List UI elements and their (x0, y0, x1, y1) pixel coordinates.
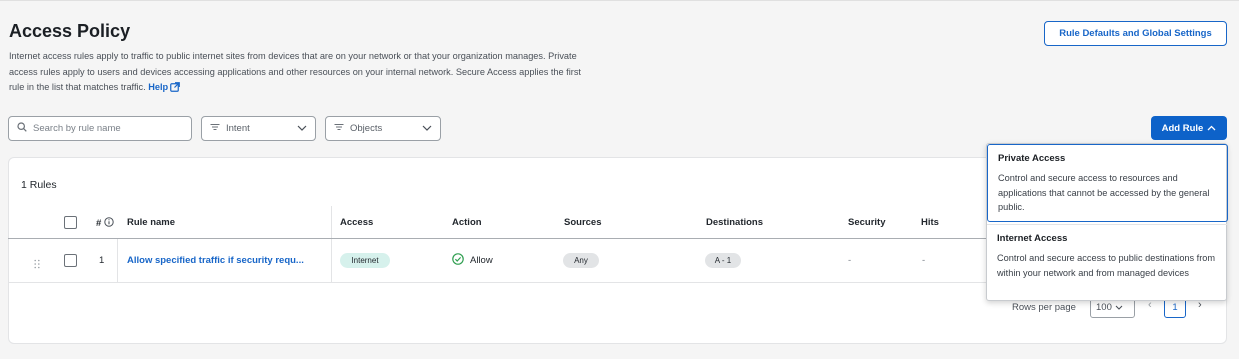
column-separator (331, 206, 332, 282)
rows-per-page-value: 100 (1096, 301, 1112, 313)
filter-icon (334, 123, 344, 134)
hits-value: - (922, 255, 926, 266)
check-circle-icon (452, 253, 464, 268)
page-description: Internet access rules apply to traffic t… (9, 49, 589, 98)
header-access[interactable]: Access (340, 217, 373, 228)
intent-filter-label: Intent (226, 123, 250, 134)
menu-item-title: Internet Access (997, 233, 1068, 244)
chevron-down-icon (422, 123, 432, 134)
description-text: Internet access rules apply to traffic t… (9, 51, 581, 92)
objects-filter[interactable]: Objects (325, 116, 441, 141)
rules-count: 1 Rules (21, 179, 57, 191)
select-all-checkbox[interactable] (64, 216, 77, 229)
page-title: Access Policy (9, 21, 131, 41)
column-separator (117, 239, 118, 282)
help-link[interactable]: Help (148, 82, 181, 92)
filter-icon (210, 123, 220, 134)
destinations-badge[interactable]: A - 1 (705, 253, 741, 268)
header-destinations[interactable]: Destinations (706, 217, 763, 228)
action-cell: Allow (452, 253, 493, 268)
header-action[interactable]: Action (452, 217, 482, 228)
header-num-label: # (96, 218, 102, 229)
row-num: 1 (99, 255, 105, 266)
menu-item-private-access[interactable]: Private Access Control and secure access… (987, 144, 1228, 222)
security-value: - (848, 255, 852, 266)
menu-item-title: Private Access (998, 153, 1066, 164)
search-placeholder: Search by rule name (33, 123, 121, 134)
action-label: Allow (470, 255, 493, 266)
info-icon[interactable] (104, 217, 114, 230)
rows-per-page-label: Rows per page (1012, 302, 1076, 313)
sources-badge[interactable]: Any (563, 253, 599, 268)
add-rule-label: Add Rule (1161, 122, 1204, 134)
external-link-icon (170, 82, 181, 98)
search-input[interactable]: Search by rule name (8, 116, 192, 141)
add-rule-dropdown: Private Access Control and secure access… (986, 143, 1228, 302)
menu-item-description: Control and secure access to resources a… (998, 173, 1210, 212)
access-badge: Internet (340, 253, 390, 268)
chevron-up-icon (1207, 123, 1216, 134)
header-num: # (96, 217, 114, 230)
add-rule-button[interactable]: Add Rule (1151, 116, 1227, 140)
header-security[interactable]: Security (848, 217, 886, 228)
menu-item-internet-access[interactable]: Internet Access Control and secure acces… (987, 224, 1228, 302)
chevron-down-icon (297, 123, 307, 134)
intent-filter[interactable]: Intent (201, 116, 316, 141)
objects-filter-label: Objects (350, 123, 383, 134)
menu-item-description: Control and secure access to public dest… (997, 253, 1216, 278)
search-icon (17, 122, 27, 135)
rule-defaults-button[interactable]: Rule Defaults and Global Settings (1044, 21, 1227, 46)
header-hits[interactable]: Hits (921, 217, 939, 228)
header-sources[interactable]: Sources (564, 217, 602, 228)
drag-handle-icon[interactable] (34, 256, 40, 274)
help-link-label: Help (148, 82, 169, 92)
header-rule-name[interactable]: Rule name (127, 217, 175, 228)
row-checkbox[interactable] (64, 254, 77, 267)
chevron-down-icon (1115, 302, 1123, 313)
rule-name-link[interactable]: Allow specified traffic if security requ… (127, 255, 304, 266)
